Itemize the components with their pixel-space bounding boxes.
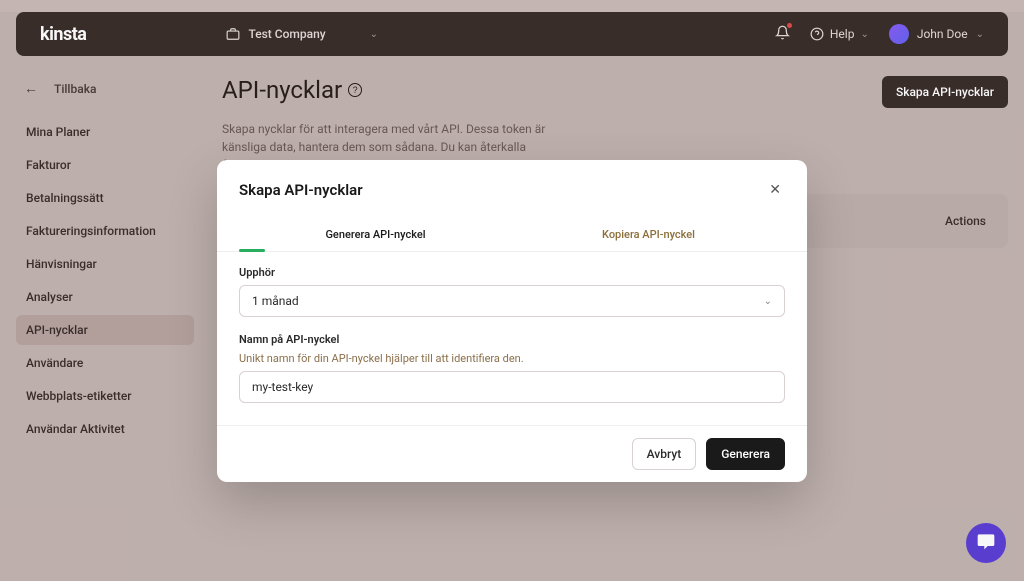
tab-copy-label: Kopiera API-nyckel	[602, 228, 695, 241]
tab-copy[interactable]: Kopiera API-nyckel	[512, 220, 785, 251]
close-icon[interactable]: ✕	[765, 178, 785, 202]
cancel-button[interactable]: Avbryt	[632, 438, 697, 470]
expires-value: 1 månad	[252, 294, 299, 308]
modal-overlay: Skapa API-nycklar ✕ Generera API-nyckel …	[0, 12, 1024, 581]
name-label: Namn på API-nyckel	[239, 333, 785, 346]
generate-button[interactable]: Generera	[706, 438, 785, 470]
chevron-down-icon: ⌄	[764, 296, 772, 307]
tab-generate-label: Generera API-nyckel	[325, 228, 425, 241]
modal-title: Skapa API-nycklar	[239, 181, 363, 199]
name-input[interactable]	[239, 371, 785, 403]
tab-generate[interactable]: Generera API-nyckel	[239, 220, 512, 251]
name-helper: Unikt namn för din API-nyckel hjälper ti…	[239, 352, 785, 365]
tab-indicator	[239, 249, 265, 252]
expires-select[interactable]: 1 månad ⌄	[239, 285, 785, 317]
expires-label: Upphör	[239, 266, 785, 279]
create-api-key-modal: Skapa API-nycklar ✕ Generera API-nyckel …	[217, 160, 807, 482]
